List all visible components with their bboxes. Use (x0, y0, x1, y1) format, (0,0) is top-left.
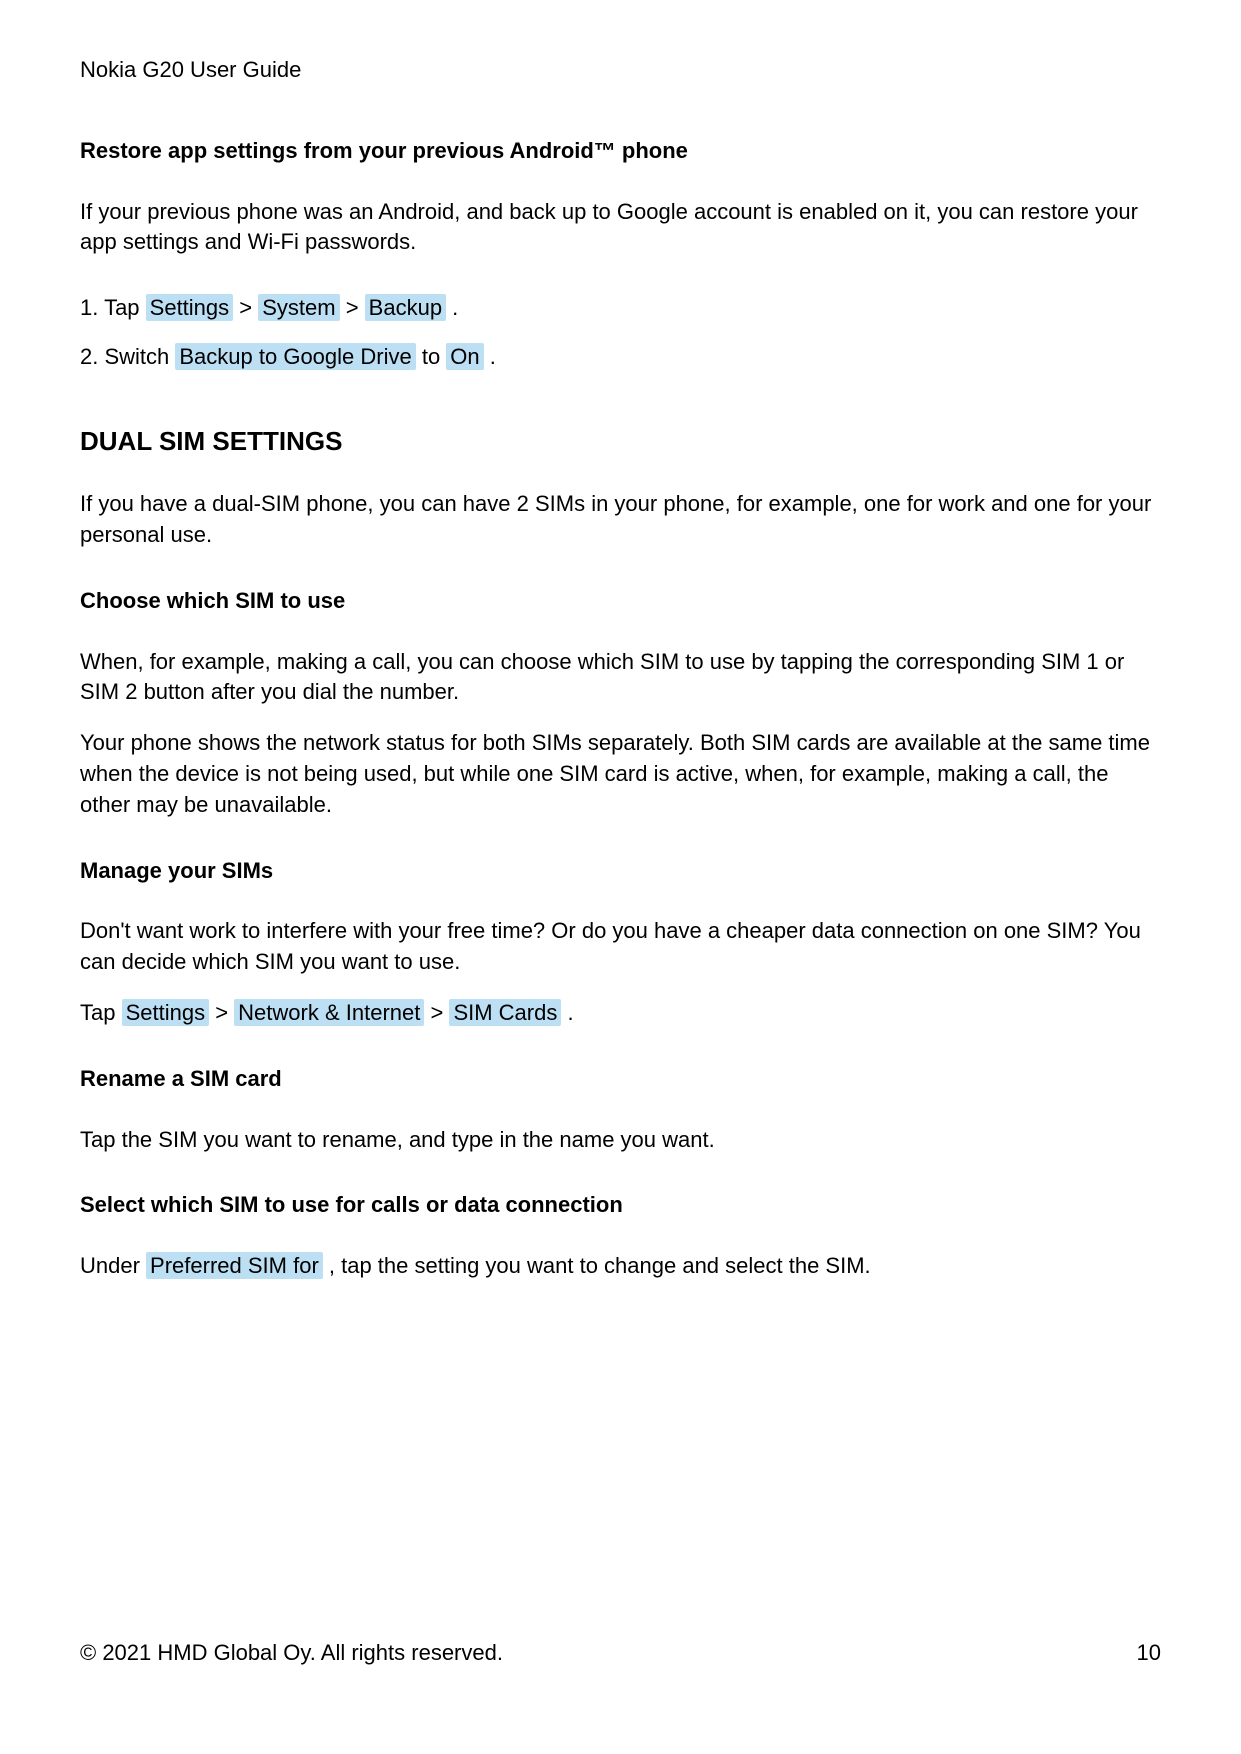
step-mid: to (416, 344, 447, 369)
section-heading-select-sim: Select which SIM to use for calls or dat… (80, 1190, 1161, 1221)
preferred-sim-highlight: Preferred SIM for (146, 1252, 323, 1279)
settings-highlight: Settings (146, 294, 234, 321)
choose-sim-text2: Your phone shows the network status for … (80, 728, 1161, 820)
step-suffix: . (446, 295, 458, 320)
backup-drive-highlight: Backup to Google Drive (175, 343, 415, 370)
separator: > (233, 295, 258, 320)
system-highlight: System (258, 294, 339, 321)
network-highlight: Network & Internet (234, 999, 424, 1026)
select-prefix: Under (80, 1253, 146, 1278)
sim-cards-highlight: SIM Cards (449, 999, 561, 1026)
separator: > (209, 1000, 234, 1025)
restore-step-2: 2. Switch Backup to Google Drive to On . (80, 342, 1161, 373)
section-heading-rename-sim: Rename a SIM card (80, 1064, 1161, 1095)
select-suffix: , tap the setting you want to change and… (323, 1253, 871, 1278)
on-highlight: On (446, 343, 483, 370)
separator: > (340, 295, 365, 320)
page-header: Nokia G20 User Guide (80, 55, 1161, 86)
section-heading-choose-sim: Choose which SIM to use (80, 586, 1161, 617)
manage-sims-tap: Tap Settings > Network & Internet > SIM … (80, 998, 1161, 1029)
restore-description: If your previous phone was an Android, a… (80, 197, 1161, 259)
copyright-text: © 2021 HMD Global Oy. All rights reserve… (80, 1638, 503, 1669)
separator: > (424, 1000, 449, 1025)
settings-highlight: Settings (122, 999, 210, 1026)
select-sim-text: Under Preferred SIM for , tap the settin… (80, 1251, 1161, 1282)
restore-step-1: 1. Tap Settings > System > Backup . (80, 293, 1161, 324)
page-number: 10 (1137, 1638, 1161, 1669)
step-text: 1. Tap (80, 295, 146, 320)
section-heading-dual-sim: DUAL SIM SETTINGS (80, 423, 1161, 459)
section-heading-restore: Restore app settings from your previous … (80, 136, 1161, 167)
section-heading-manage-sims: Manage your SIMs (80, 856, 1161, 887)
rename-sim-text: Tap the SIM you want to rename, and type… (80, 1125, 1161, 1156)
backup-highlight: Backup (365, 294, 446, 321)
choose-sim-text1: When, for example, making a call, you ca… (80, 647, 1161, 709)
tap-prefix: Tap (80, 1000, 122, 1025)
restore-steps-list: 1. Tap Settings > System > Backup . 2. S… (80, 293, 1161, 373)
dual-sim-description: If you have a dual-SIM phone, you can ha… (80, 489, 1161, 551)
manage-sims-text1: Don't want work to interfere with your f… (80, 916, 1161, 978)
step-text: 2. Switch (80, 344, 175, 369)
step-suffix: . (484, 344, 496, 369)
page-footer: © 2021 HMD Global Oy. All rights reserve… (80, 1638, 1161, 1669)
tap-suffix: . (561, 1000, 573, 1025)
